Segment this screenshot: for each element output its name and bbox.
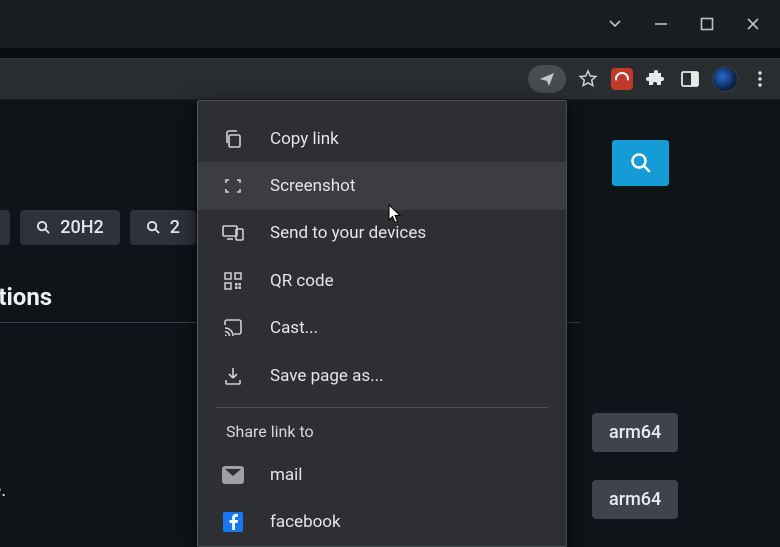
search-icon [36, 220, 51, 235]
filter-chip[interactable]: 1 [0, 210, 10, 245]
search-icon [146, 220, 161, 235]
share-target-label: mail [270, 465, 302, 485]
close-icon[interactable] [744, 15, 762, 33]
profile-avatar[interactable] [712, 66, 738, 92]
menu-item-screenshot[interactable]: Screenshot [198, 162, 566, 209]
share-section-header: Share link to [198, 412, 566, 451]
filter-chip[interactable]: 20H2 [20, 210, 119, 245]
minimize-icon[interactable] [652, 15, 670, 33]
chip-label: 2 [170, 217, 180, 238]
menu-item-send-devices[interactable]: Send to your devices [198, 210, 566, 257]
body-text: release. [0, 478, 6, 501]
cast-icon [222, 317, 244, 339]
share-target-label: facebook [270, 512, 341, 532]
menu-item-label: Screenshot [270, 176, 355, 196]
arch-pill[interactable]: arm64 [592, 480, 678, 519]
menu-item-label: Cast... [270, 318, 318, 338]
arch-pill[interactable]: arm64 [592, 413, 678, 452]
menu-item-save-as[interactable]: Save page as... [198, 352, 566, 399]
browser-toolbar [0, 58, 780, 100]
section-heading: ck options [0, 283, 52, 311]
chrome-menu-icon[interactable] [748, 67, 772, 91]
menu-item-label: Copy link [270, 129, 339, 149]
qr-icon [222, 270, 244, 292]
menu-item-qr-code[interactable]: QR code [198, 257, 566, 304]
download-icon [222, 365, 244, 387]
share-menu: Copy link Screenshot Send to your device… [197, 100, 567, 547]
ublock-extension-icon[interactable] [610, 67, 634, 91]
menu-item-cast[interactable]: Cast... [198, 305, 566, 352]
filter-chips: 1 20H2 2 [0, 210, 196, 245]
menu-item-label: QR code [270, 271, 334, 291]
extensions-icon[interactable] [644, 67, 668, 91]
maximize-icon[interactable] [698, 15, 716, 33]
copy-icon [222, 128, 244, 150]
facebook-icon [222, 511, 244, 533]
menu-item-copy-link[interactable]: Copy link [198, 115, 566, 162]
filter-chip[interactable]: 2 [130, 210, 196, 245]
side-panel-icon[interactable] [678, 67, 702, 91]
screenshot-icon [222, 175, 244, 197]
share-button[interactable] [528, 65, 566, 93]
mail-icon [222, 464, 244, 486]
menu-item-label: Save page as... [270, 366, 384, 386]
chip-label: 20H2 [60, 217, 103, 238]
share-target-facebook[interactable]: facebook [198, 499, 566, 546]
menu-item-label: Send to your devices [270, 223, 426, 243]
bookmark-star-icon[interactable] [576, 67, 600, 91]
window-titlebar [0, 0, 780, 48]
search-button[interactable] [612, 140, 669, 186]
share-target-mail[interactable]: mail [198, 451, 566, 498]
devices-icon [222, 222, 244, 244]
menu-separator [216, 407, 548, 408]
tab-dropdown-icon[interactable] [606, 15, 624, 33]
